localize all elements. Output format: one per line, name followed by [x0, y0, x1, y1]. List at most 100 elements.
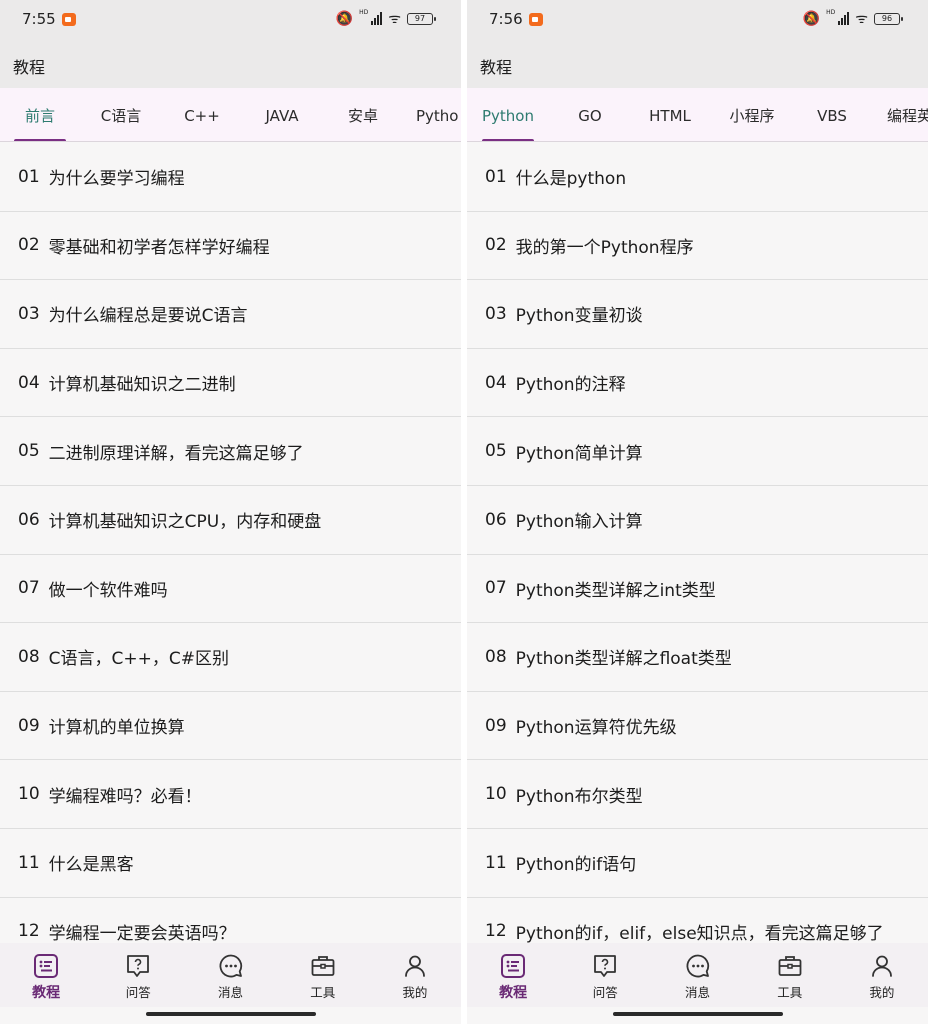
item-title: Python布尔类型	[515, 786, 643, 807]
nav-qa[interactable]: 问答	[92, 943, 184, 1007]
tab-python[interactable]: Python	[475, 88, 541, 141]
bottom-nav: 教程 问答 消息 工具 我的	[467, 943, 928, 1007]
tab-preface[interactable]: 前言	[8, 88, 72, 141]
item-number: 10	[18, 784, 40, 805]
nav-label: 消息	[218, 985, 244, 1000]
phone-screen-right: 7:56 🔕 HD ᯤ 96 教程 Python GO HTML 小程序 VBS…	[467, 0, 928, 1024]
page-title: 教程	[13, 58, 46, 77]
tab-bar: 前言 C语言 C++ JAVA 安卓 Pytho	[0, 88, 461, 142]
list-item[interactable]: 09 Python运算符优先级	[467, 692, 928, 761]
item-title: Python的if语句	[515, 855, 637, 876]
item-title: 计算机基础知识之二进制	[48, 375, 236, 396]
item-number: 07	[485, 578, 507, 599]
tab-vbs[interactable]: VBS	[800, 88, 864, 141]
tab-android[interactable]: 安卓	[331, 88, 395, 141]
nav-label: 问答	[592, 985, 618, 1000]
item-title: Python变量初谈	[515, 306, 643, 327]
gesture-bar[interactable]	[612, 1012, 783, 1016]
item-number: 04	[485, 372, 507, 393]
list-item[interactable]: 08 C语言，C++，C#区别	[0, 623, 461, 692]
list-item[interactable]: 03 Python变量初谈	[467, 280, 928, 349]
list-item[interactable]: 11 什么是黑客	[0, 829, 461, 898]
item-number: 10	[485, 784, 507, 805]
item-number: 09	[18, 715, 40, 736]
list-item[interactable]: 06 Python输入计算	[467, 486, 928, 555]
nav-tools[interactable]: 工具	[277, 943, 369, 1007]
list-item[interactable]: 10 Python布尔类型	[467, 760, 928, 829]
system-icons: 🔕 HD ᯤ 97	[335, 9, 436, 28]
item-number: 05	[18, 441, 40, 462]
item-title: 什么是python	[515, 169, 627, 190]
list-item[interactable]: 01 什么是python	[467, 143, 928, 212]
mute-icon: 🔕	[335, 10, 354, 27]
nav-messages[interactable]: 消息	[184, 943, 276, 1007]
item-title: 零基础和初学者怎样学好编程	[48, 237, 270, 258]
wifi-icon: ᯤ	[388, 11, 401, 27]
tab-go[interactable]: GO	[558, 88, 622, 141]
list-item[interactable]: 07 做一个软件难吗	[0, 555, 461, 624]
item-title: Python的if，elif，else知识点，看完这篇足够了	[515, 923, 884, 944]
list-item[interactable]: 05 Python简单计算	[467, 417, 928, 486]
page-title: 教程	[480, 58, 513, 77]
app-bar: 教程	[467, 40, 928, 88]
chat-icon	[219, 954, 242, 978]
item-title: 做一个软件难吗	[48, 580, 168, 601]
item-number: 02	[18, 235, 40, 256]
tab-c-language[interactable]: C语言	[88, 88, 154, 141]
item-number: 01	[18, 166, 40, 187]
nav-tutorial[interactable]: 教程	[0, 943, 92, 1007]
item-number: 08	[18, 646, 40, 667]
list-item[interactable]: 05 二进制原理详解，看完这篇足够了	[0, 417, 461, 486]
list-item[interactable]: 09 计算机的单位换算	[0, 692, 461, 761]
nav-tools[interactable]: 工具	[744, 943, 836, 1007]
bottom-nav: 教程 问答 消息 工具 我的	[0, 943, 461, 1007]
item-title: Python简单计算	[515, 443, 643, 464]
list-item[interactable]: 08 Python类型详解之float类型	[467, 623, 928, 692]
list-item[interactable]: 04 计算机基础知识之二进制	[0, 349, 461, 418]
tutorial-list: 01 什么是python 02 我的第一个Python程序 03 Python变量初谈…	[467, 143, 928, 967]
list-item[interactable]: 01 为什么要学习编程	[0, 143, 461, 212]
nav-profile[interactable]: 我的	[836, 943, 928, 1007]
item-number: 07	[18, 578, 40, 599]
tab-cpp[interactable]: C++	[170, 88, 234, 141]
chat-icon	[686, 954, 709, 978]
item-number: 12	[18, 921, 40, 942]
nav-label: 工具	[310, 985, 336, 1000]
item-title: Python类型详解之float类型	[515, 649, 732, 670]
nav-label: 我的	[869, 985, 895, 1000]
signal-icon	[838, 12, 850, 25]
list-item[interactable]: 02 我的第一个Python程序	[467, 212, 928, 281]
nav-label: 教程	[499, 985, 528, 1001]
tab-html[interactable]: HTML	[638, 88, 702, 141]
tab-programming-english-partial[interactable]: 编程英	[887, 88, 928, 141]
list-item[interactable]: 07 Python类型详解之int类型	[467, 555, 928, 624]
list-icon	[34, 954, 59, 978]
nav-label: 教程	[32, 985, 61, 1001]
tutorial-list: 01 为什么要学习编程 02 零基础和初学者怎样学好编程 03 为什么编程总是要说C语…	[0, 143, 461, 967]
list-item[interactable]: 04 Python的注释	[467, 349, 928, 418]
nav-qa[interactable]: 问答	[559, 943, 651, 1007]
item-number: 09	[485, 715, 507, 736]
list-item[interactable]: 11 Python的if语句	[467, 829, 928, 898]
signal-icon	[371, 12, 383, 25]
list-item[interactable]: 03 为什么编程总是要说C语言	[0, 280, 461, 349]
toolbox-icon	[778, 956, 802, 976]
tab-mini-program[interactable]: 小程序	[719, 88, 785, 141]
nav-tutorial[interactable]: 教程	[467, 943, 559, 1007]
battery-icon: 96	[874, 12, 903, 25]
item-title: Python运算符优先级	[515, 718, 677, 739]
tab-java[interactable]: JAVA	[250, 88, 314, 141]
item-number: 11	[485, 852, 507, 873]
gesture-bar[interactable]	[145, 1012, 316, 1016]
tab-python-partial[interactable]: Pytho	[416, 88, 461, 141]
status-time: 7:55	[22, 10, 56, 28]
nav-profile[interactable]: 我的	[369, 943, 461, 1007]
list-item[interactable]: 06 计算机基础知识之CPU，内存和硬盘	[0, 486, 461, 555]
list-item[interactable]: 10 学编程难吗？必看！	[0, 760, 461, 829]
status-bar: 7:56 🔕 HD ᯤ 96	[467, 0, 928, 40]
item-number: 02	[485, 235, 507, 256]
item-title: 计算机基础知识之CPU，内存和硬盘	[48, 512, 322, 533]
nav-messages[interactable]: 消息	[651, 943, 743, 1007]
item-number: 11	[18, 852, 40, 873]
list-item[interactable]: 02 零基础和初学者怎样学好编程	[0, 212, 461, 281]
